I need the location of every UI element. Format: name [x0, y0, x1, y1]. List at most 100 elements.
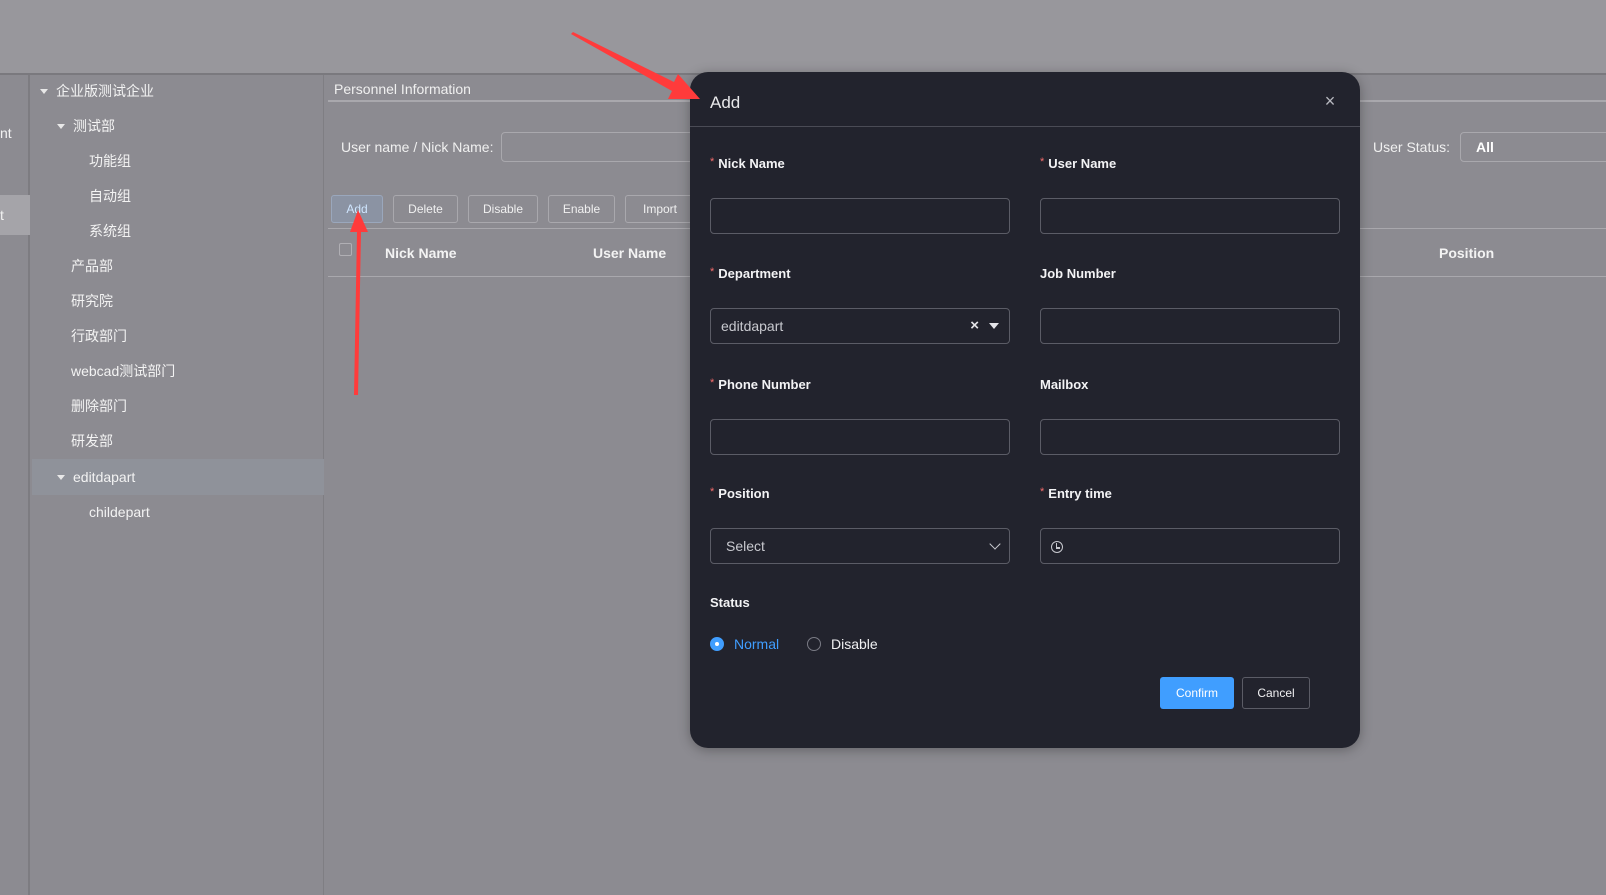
position-placeholder: Select [726, 538, 765, 554]
enable-button[interactable]: Enable [548, 195, 615, 223]
tree-node[interactable]: webcad测试部门 [32, 353, 324, 389]
label-text: Position [718, 486, 770, 501]
select-suffix [989, 529, 1001, 563]
caret-down-icon[interactable] [40, 88, 48, 94]
caret-down-icon[interactable] [57, 474, 65, 480]
caret-down-icon[interactable] [57, 123, 65, 129]
username-filter-label: User name / Nick Name: [341, 139, 494, 155]
tree-node-label: 功能组 [89, 153, 131, 169]
label-text: Job Number [1040, 266, 1116, 281]
position-select[interactable]: Select [710, 528, 1010, 564]
status-radio-disable[interactable]: Disable [807, 636, 878, 652]
column-header-position[interactable]: Position [1439, 245, 1494, 261]
tree-node[interactable]: 研发部 [32, 423, 324, 459]
nav-item-partial[interactable]: nt [0, 125, 12, 141]
required-marker: * [1040, 486, 1045, 498]
disable-button[interactable]: Disable [468, 195, 538, 223]
nav-item-active-label: t [0, 207, 4, 223]
user-status-label: User Status: [1373, 139, 1451, 155]
tree-node-label: 测试部 [73, 118, 115, 134]
label-text: Department [718, 266, 791, 281]
cancel-button[interactable]: Cancel [1242, 677, 1310, 709]
label-text: Phone Number [718, 377, 811, 392]
required-marker: * [710, 377, 715, 389]
left-navigation: nt t [0, 75, 30, 895]
tree-node-label: 删除部门 [71, 398, 127, 414]
user-name-input[interactable] [1040, 198, 1340, 234]
clock-icon [1051, 541, 1063, 554]
phone-number-label: * Phone Number [710, 377, 811, 392]
tree-node-label: editdapart [73, 469, 136, 485]
department-value: editdapart [721, 318, 784, 334]
dialog-header: Add × [690, 72, 1360, 127]
entry-time-label: * Entry time [1040, 486, 1112, 501]
job-number-input[interactable] [1040, 308, 1340, 344]
radio-checked-icon [710, 637, 724, 651]
nav-item-active[interactable]: t [0, 195, 30, 235]
label-text: Nick Name [718, 156, 785, 171]
add-user-dialog: Add × * Nick Name * User Name * Department … [690, 72, 1360, 748]
chevron-down-icon[interactable] [989, 537, 1001, 550]
status-radio-normal[interactable]: Normal [710, 636, 779, 652]
tree-node-label: 系统组 [89, 223, 131, 239]
caret-down-icon[interactable] [989, 323, 999, 329]
tree-node[interactable]: 行政部门 [32, 318, 324, 354]
close-icon[interactable]: × [1322, 92, 1338, 110]
tree-node-label: 自动组 [89, 188, 131, 204]
tree-node-label: 企业版测试企业 [56, 83, 154, 99]
tree-node-label: childepart [89, 504, 150, 520]
radio-label: Disable [831, 636, 878, 652]
label-text: Mailbox [1040, 377, 1089, 392]
radio-label: Normal [734, 636, 780, 652]
nick-name-input[interactable] [710, 198, 1010, 234]
label-text: User Name [1048, 156, 1117, 171]
select-suffix: × [970, 309, 999, 343]
department-label: * Department [710, 266, 791, 281]
required-marker: * [710, 156, 715, 168]
select-all-checkbox[interactable] [339, 243, 352, 256]
username-filter-input[interactable] [501, 132, 701, 162]
confirm-button[interactable]: Confirm [1160, 677, 1234, 709]
column-header-user-name[interactable]: User Name [593, 245, 666, 261]
tree-node-label: 研发部 [71, 433, 113, 449]
entry-time-picker[interactable] [1040, 528, 1340, 564]
add-button[interactable]: Add [331, 195, 383, 223]
position-label: * Position [710, 486, 770, 501]
tree-node-label: 研究院 [71, 293, 113, 309]
tree-node[interactable]: 删除部门 [32, 388, 324, 424]
nick-name-label: * Nick Name [710, 156, 785, 171]
clear-icon[interactable]: × [970, 309, 979, 343]
column-header-nick-name[interactable]: Nick Name [385, 245, 457, 261]
tree-node-label: 行政部门 [71, 328, 127, 344]
section-title: Personnel Information [334, 81, 471, 97]
tree-node-root[interactable]: 企业版测试企业 [32, 73, 324, 109]
tree-node-selected[interactable]: editdapart [32, 459, 324, 495]
import-button[interactable]: Import [625, 195, 695, 223]
department-select[interactable]: editdapart × [710, 308, 1010, 344]
dialog-title: Add [710, 93, 741, 112]
tree-node-label: 产品部 [71, 258, 113, 274]
tree-node[interactable]: 产品部 [32, 248, 324, 284]
delete-button[interactable]: Delete [393, 195, 458, 223]
user-status-select[interactable]: All [1460, 132, 1606, 162]
tree-node[interactable]: 功能组 [32, 143, 324, 179]
required-marker: * [710, 266, 715, 278]
tree-node-label: webcad测试部门 [71, 363, 176, 379]
phone-number-input[interactable] [710, 419, 1010, 455]
tree-node[interactable]: 系统组 [32, 213, 324, 249]
radio-unchecked-icon [807, 637, 821, 651]
user-name-label: * User Name [1040, 156, 1116, 171]
tree-node[interactable]: 测试部 [32, 108, 324, 144]
tree-node[interactable]: childepart [32, 494, 324, 530]
status-label: Status [710, 595, 750, 610]
required-marker: * [710, 486, 715, 498]
top-header-bar [0, 0, 1606, 75]
required-marker: * [1040, 156, 1045, 168]
job-number-label: Job Number [1040, 266, 1116, 281]
mailbox-input[interactable] [1040, 419, 1340, 455]
tree-node[interactable]: 自动组 [32, 178, 324, 214]
mailbox-label: Mailbox [1040, 377, 1088, 392]
tree-node[interactable]: 研究院 [32, 283, 324, 319]
label-text: Entry time [1048, 486, 1112, 501]
department-tree: 企业版测试企业 测试部 功能组 自动组 系统组 产品部 研究院 行政部门 web… [32, 75, 324, 895]
